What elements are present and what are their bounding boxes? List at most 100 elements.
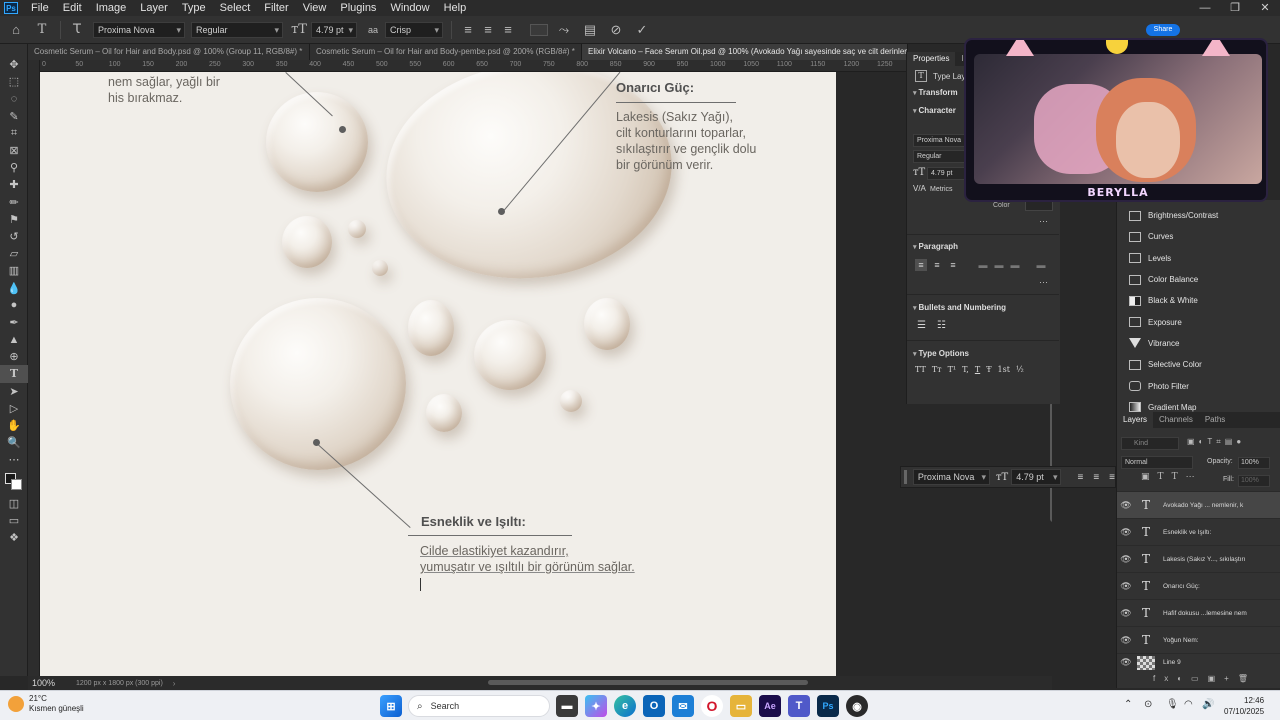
layer-filter-icons[interactable]: ▣◐T⌗▤●	[1187, 437, 1245, 447]
text-orientation-icon[interactable]: Ꚍ	[67, 20, 87, 40]
align-right-icon[interactable]: ≡	[498, 20, 518, 40]
heading-onarici-guc[interactable]: Onarıcı Güç:	[616, 80, 694, 95]
menu-filter[interactable]: Filter	[257, 0, 295, 16]
visibility-eye-icon[interactable]: 👁	[1117, 500, 1135, 511]
crop-tool-icon[interactable]: ⌗	[0, 125, 28, 142]
character-panel-icon[interactable]: ▤	[580, 20, 600, 40]
mail-icon[interactable]: ✉	[672, 695, 694, 717]
layer-row[interactable]: 👁 T Hafif dokusu ...lemesine nem	[1117, 599, 1280, 626]
section-bullets[interactable]: Bullets and Numbering	[907, 301, 1057, 315]
gradient-tool-icon[interactable]: ▥	[0, 262, 28, 279]
ctx-font-family-select[interactable]: Proxima Nova	[912, 469, 990, 485]
layer-row[interactable]: 👁 T Lakesis (Sakız Y..., sıkılaştırı	[1117, 545, 1280, 572]
layer-row[interactable]: 👁 T Onarıcı Güç:	[1117, 572, 1280, 599]
magnify-tool-icon[interactable]: ⊕	[0, 348, 28, 365]
section-type-options[interactable]: Type Options	[907, 347, 1057, 361]
antialias-select[interactable]: Crisp	[385, 21, 443, 38]
clone-stamp-tool-icon[interactable]: ⚑	[0, 211, 28, 228]
type-tool-icon[interactable]: T	[0, 365, 28, 383]
lasso-tool-icon[interactable]: ◌	[0, 90, 28, 107]
layer-filter-input[interactable]: Kind	[1121, 437, 1179, 450]
screen-mode-icon[interactable]: ▭	[0, 512, 28, 529]
adjustment-color-balance[interactable]: Color Balance	[1117, 269, 1280, 290]
menu-edit[interactable]: Edit	[56, 0, 89, 16]
menu-layer[interactable]: Layer	[133, 0, 175, 16]
font-family-select[interactable]: Proxima Nova	[93, 21, 185, 38]
direct-selection-tool-icon[interactable]: ▷	[0, 400, 28, 417]
menu-type[interactable]: Type	[175, 0, 213, 16]
layer-row[interactable]: 👁 T Avokado Yağı ... nemlenir, k	[1117, 491, 1280, 518]
strikethrough-icon[interactable]: Ŧ	[986, 365, 991, 374]
weather-widget[interactable]: 21°C Kısmen güneşli	[8, 694, 84, 714]
eraser-tool-icon[interactable]: ▱	[0, 245, 28, 262]
network-icon[interactable]: ⊙	[1144, 699, 1152, 710]
zoom-level[interactable]: 100%	[32, 678, 72, 688]
home-icon[interactable]: ⌂	[6, 20, 26, 40]
underline-icon[interactable]: T	[975, 365, 980, 374]
layer-row[interactable]: 👁 T Esneklik ve Işıltı:	[1117, 518, 1280, 545]
cancel-icon[interactable]: ⊘	[606, 20, 626, 40]
adjustment-curves[interactable]: Curves	[1117, 226, 1280, 247]
taskbar-clock[interactable]: 12:46 07/10/2025	[1224, 695, 1264, 717]
font-size-select[interactable]: 4.79 pt	[311, 21, 357, 38]
photoshop-icon[interactable]: Ps	[817, 695, 839, 717]
layer-name[interactable]: Esneklik ve Işıltı:	[1163, 529, 1273, 536]
menu-select[interactable]: Select	[213, 0, 258, 16]
char-color-swatch[interactable]	[1025, 201, 1053, 211]
task-bar-grip[interactable]	[904, 470, 907, 484]
adjustment-brightness-contrast[interactable]: Brightness/Contrast	[1117, 205, 1280, 226]
tab-document-2[interactable]: Cosmetic Serum – Oil for Hair and Body-p…	[310, 44, 582, 60]
adjustment-exposure[interactable]: Exposure	[1117, 311, 1280, 332]
section-paragraph[interactable]: Paragraph	[907, 240, 1057, 254]
visibility-eye-icon[interactable]: 👁	[1117, 657, 1135, 668]
subscript-icon[interactable]: T,	[962, 365, 969, 374]
close-icon[interactable]: ✕	[1250, 0, 1280, 16]
tab-document-1[interactable]: Cosmetic Serum – Oil for Hair and Body.p…	[28, 44, 310, 60]
hand-tool-icon[interactable]: ✋	[0, 417, 28, 434]
quick-select-tool-icon[interactable]: ✎	[0, 108, 28, 125]
edge-icon[interactable]: e	[614, 695, 636, 717]
folder-icon[interactable]: ▭	[730, 695, 752, 717]
artboard[interactable]: nem sağlar, yağlı bir his bırakmaz. Onar…	[40, 72, 836, 676]
artboard-tool-icon[interactable]: ⬚	[0, 73, 28, 90]
canvas-vertical-scrollbar[interactable]	[1050, 402, 1052, 522]
photoshop-logo-icon[interactable]: Ps	[4, 2, 18, 14]
all-caps-icon[interactable]: TT	[915, 365, 926, 374]
pen-tool-icon[interactable]: ✒	[0, 314, 28, 331]
para-justify-right-icon[interactable]: ▬	[1009, 259, 1021, 271]
file-explorer-dark-icon[interactable]: ▬	[556, 695, 578, 717]
lock-icons[interactable]: ▣TT⋯	[1141, 472, 1203, 482]
more-tools-icon[interactable]: ⋯	[0, 451, 28, 468]
windows-start-icon[interactable]: ⊞	[380, 695, 402, 717]
teams-icon[interactable]: T	[788, 695, 810, 717]
layer-footer-icons[interactable]: fx◐▭▣+🗑	[1153, 674, 1257, 683]
align-center-icon[interactable]: ≡	[478, 20, 498, 40]
adjustment-gradient-map[interactable]: Gradient Map	[1117, 397, 1280, 412]
layer-name[interactable]: Onarıcı Güç:	[1163, 583, 1273, 590]
font-style-select[interactable]: Regular	[191, 21, 283, 38]
para-justify-left-icon[interactable]: ▬	[977, 259, 989, 271]
adjustment-photo-filter[interactable]: Photo Filter	[1117, 375, 1280, 396]
menu-file[interactable]: File	[24, 0, 56, 16]
ctx-font-size-select[interactable]: 4.79 pt	[1011, 469, 1062, 485]
extra-plugin-icon[interactable]: ❖	[0, 529, 28, 546]
taskbar-search[interactable]: ⌕ Search	[408, 695, 550, 717]
adjustment-black-white[interactable]: Black & White	[1117, 290, 1280, 311]
restore-icon[interactable]: ❐	[1220, 0, 1250, 16]
align-left-icon[interactable]: ≡	[458, 20, 478, 40]
ctx-align-center-icon[interactable]: ≡	[1093, 472, 1099, 483]
visibility-eye-icon[interactable]: 👁	[1117, 554, 1135, 565]
body-lakesis[interactable]: Lakesis (Sakız Yağı), cilt konturlarını …	[616, 109, 756, 173]
canvas-horizontal-scrollbar[interactable]	[488, 680, 808, 685]
eyedropper-tool-icon[interactable]: ⚲	[0, 159, 28, 176]
visibility-eye-icon[interactable]: 👁	[1117, 527, 1135, 538]
adjustment-vibrance[interactable]: Vibrance	[1117, 333, 1280, 354]
paragraph-more-icon[interactable]: ⋯	[1039, 277, 1048, 288]
layer-name[interactable]: Lakesis (Sakız Y..., sıkılaştırı	[1163, 556, 1273, 563]
small-caps-icon[interactable]: Tт	[932, 365, 942, 374]
tab-document-3[interactable]: Elixir Volcano – Face Serum Oil.psd @ 10…	[582, 44, 908, 60]
volume-icon[interactable]: 🔊	[1202, 699, 1214, 710]
para-justify-all-icon[interactable]: ▬	[1035, 259, 1047, 271]
char-font-style[interactable]: Regular	[913, 150, 965, 163]
ctx-align-right-icon[interactable]: ≡	[1109, 472, 1115, 483]
